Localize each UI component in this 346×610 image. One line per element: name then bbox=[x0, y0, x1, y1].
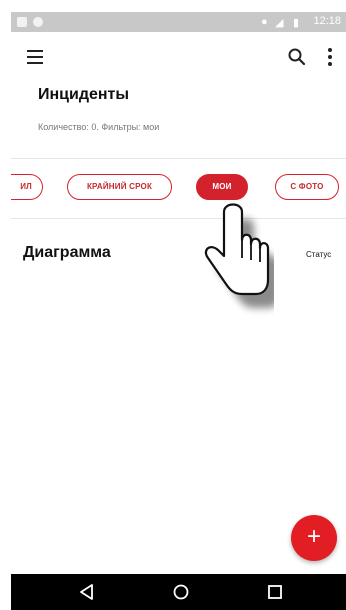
add-incident-button[interactable]: + bbox=[291, 515, 337, 561]
divider bbox=[11, 218, 346, 219]
section-title-chart: Диаграмма bbox=[23, 244, 111, 261]
more-vert-icon[interactable] bbox=[326, 48, 334, 68]
status-filter-label[interactable]: Статус bbox=[306, 250, 331, 259]
home-icon[interactable] bbox=[171, 582, 191, 602]
filter-chip-photo[interactable]: С ФОТО bbox=[275, 174, 339, 200]
location-icon: ● bbox=[261, 16, 268, 28]
filter-chip-deadline[interactable]: КРАЙНИЙ СРОК bbox=[67, 174, 172, 200]
phone-screen: ● ◢ ▮ 12:18 Инциденты Количество: 0. Фил… bbox=[11, 12, 346, 610]
status-bar: ● ◢ ▮ 12:18 bbox=[11, 12, 346, 32]
signal-icon: ◢ bbox=[275, 17, 284, 29]
android-nav-bar bbox=[11, 574, 346, 610]
divider bbox=[11, 158, 346, 159]
notification-icon bbox=[33, 17, 43, 27]
menu-icon[interactable] bbox=[27, 50, 43, 64]
search-icon[interactable] bbox=[286, 46, 308, 68]
filter-chip-mine[interactable]: МОИ bbox=[196, 174, 248, 200]
filter-summary: Количество: 0. Фильтры: мои bbox=[38, 122, 160, 132]
tap-hand-icon bbox=[204, 203, 274, 308]
app-toolbar bbox=[11, 38, 346, 78]
battery-icon: ▮ bbox=[293, 17, 300, 29]
notification-icon bbox=[17, 17, 27, 27]
status-time: 12:18 bbox=[313, 15, 341, 27]
filter-chip-partial[interactable]: ИЛ bbox=[11, 174, 43, 200]
page-title: Инциденты bbox=[38, 86, 130, 103]
back-icon[interactable] bbox=[77, 582, 97, 602]
recents-icon[interactable] bbox=[265, 582, 285, 602]
